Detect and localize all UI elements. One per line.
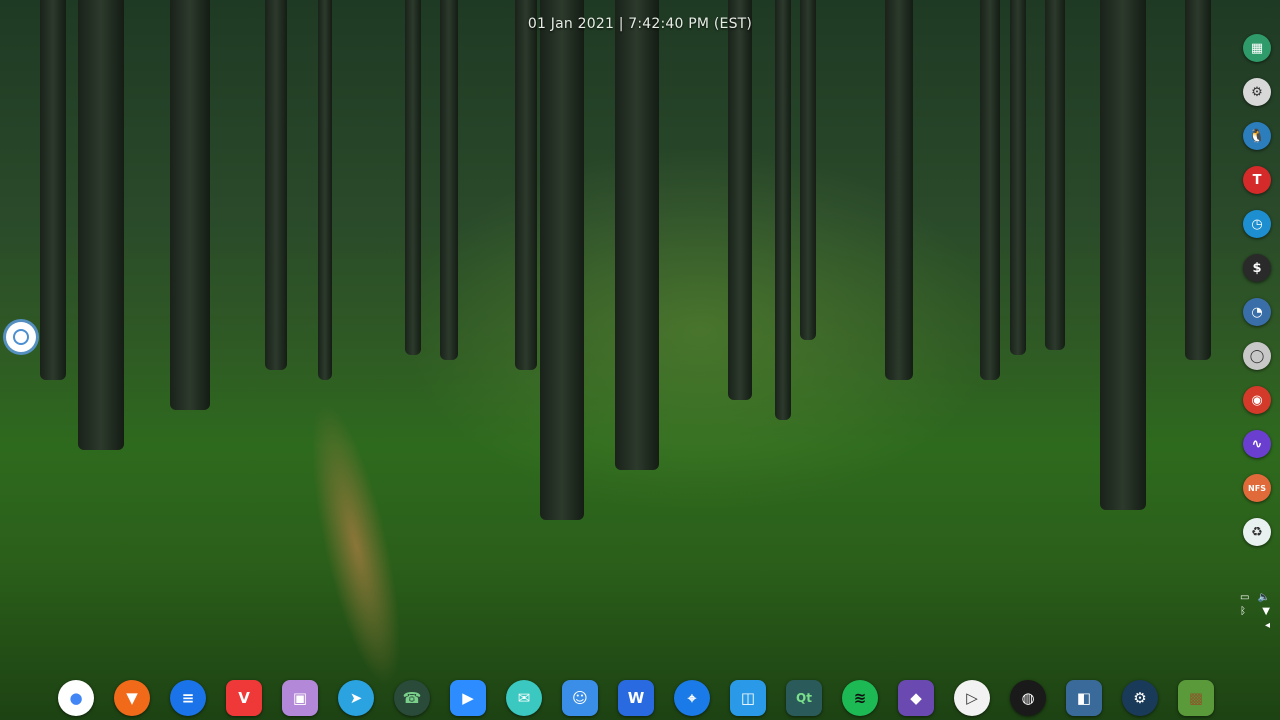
media-player-icon[interactable]: ▷	[954, 680, 990, 716]
volume-icon[interactable]: 🔈	[1258, 592, 1270, 603]
telescope-icon[interactable]: ⌖	[674, 680, 710, 716]
messages-icon[interactable]: ≡	[170, 680, 206, 716]
zoom-icon[interactable]: ▶	[450, 680, 486, 716]
right-dock: ▦ ⚙ 🐧 T ◷ $ ◔ ◯ ◉ ∿ NFS ♻	[1242, 34, 1272, 562]
spotify-icon[interactable]: ≋	[842, 680, 878, 716]
clock-icon[interactable]: ◷	[1243, 210, 1271, 238]
terminal-icon[interactable]: $	[1243, 254, 1271, 282]
steam-icon[interactable]: ⚙	[1122, 680, 1158, 716]
desktop-wallpaper	[0, 0, 1280, 720]
google-assistant-icon[interactable]: ●	[58, 680, 94, 716]
qt-creator-icon[interactable]: Qt	[786, 680, 822, 716]
app-store-bag-icon[interactable]: ◫	[730, 680, 766, 716]
collapse-arrow-icon[interactable]: ◂	[1265, 620, 1270, 631]
chat-bubble-icon[interactable]: ◯	[1243, 342, 1271, 370]
clock-datetime: 01 Jan 2021 | 7:42:40 PM (EST)	[527, 16, 753, 32]
clipboard-icon[interactable]: ▭	[1240, 592, 1249, 603]
audio-wave-icon[interactable]: ∿	[1243, 430, 1271, 458]
bottom-dock: ● ▼ ≡ V ▣ ➤ ☎ ▶ ✉ ☺ W ⌖ ◫ Qt ≋ ◆ ▷ ◍ ◧ ⚙ ▩	[58, 680, 1214, 716]
brave-browser-icon[interactable]: ▼	[114, 680, 150, 716]
bluetooth-icon[interactable]: ᛒ	[1240, 606, 1246, 617]
finder-icon[interactable]: ☺	[562, 680, 598, 716]
system-tray: ▭ 🔈 ᛒ ▼ ◂	[1240, 590, 1270, 632]
minecraft-icon[interactable]: ▩	[1178, 680, 1214, 716]
kdenlive-icon[interactable]: ◆	[898, 680, 934, 716]
wifi-icon[interactable]: ▼	[1262, 606, 1270, 617]
chrome-icon[interactable]: ◉	[1243, 386, 1271, 414]
speedometer-icon[interactable]: ◔	[1243, 298, 1271, 326]
settings-icon[interactable]: ⚙	[1243, 78, 1271, 106]
floppy-save-icon[interactable]: ▣	[282, 680, 318, 716]
split-view-icon[interactable]: ◧	[1066, 680, 1102, 716]
cpu-monitor-icon[interactable]: ▦	[1243, 34, 1271, 62]
mail-icon[interactable]: ✉	[506, 680, 542, 716]
wps-office-icon[interactable]: W	[618, 680, 654, 716]
telegram-icon[interactable]: ➤	[338, 680, 374, 716]
linux-tux-icon[interactable]: 🐧	[1243, 122, 1271, 150]
trash-recycle-icon[interactable]: ♻	[1243, 518, 1271, 546]
todoist-icon[interactable]: T	[1243, 166, 1271, 194]
app-launcher-icon[interactable]	[6, 322, 36, 352]
obs-studio-icon[interactable]: ◍	[1010, 680, 1046, 716]
phone-icon[interactable]: ☎	[394, 680, 430, 716]
nfs-folder-icon[interactable]: NFS	[1243, 474, 1271, 502]
vivaldi-browser-icon[interactable]: V	[226, 680, 262, 716]
